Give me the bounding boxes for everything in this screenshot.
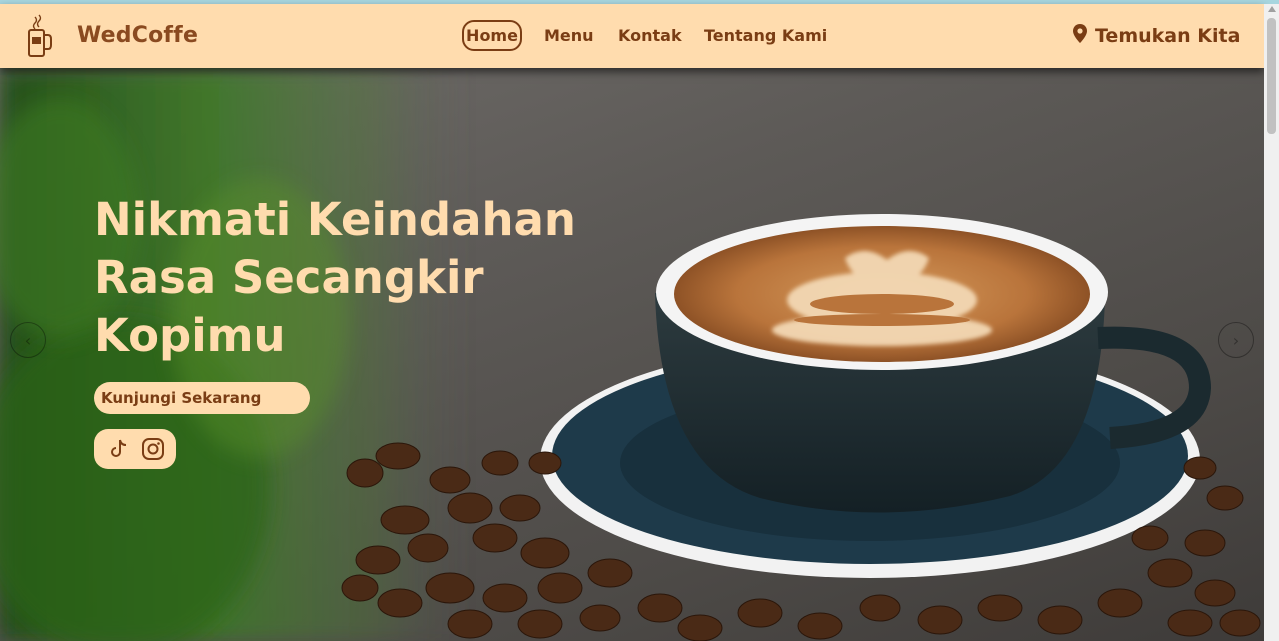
scroll-thumb[interactable] bbox=[1267, 18, 1276, 134]
social-links bbox=[94, 429, 176, 469]
tiktok-icon[interactable] bbox=[105, 436, 131, 462]
nav-about-link[interactable]: Tentang Kami bbox=[704, 26, 827, 45]
nav-home-link[interactable]: Home bbox=[462, 20, 522, 51]
scroll-up-arrow-icon[interactable] bbox=[1267, 6, 1276, 12]
chevron-right-icon: › bbox=[1232, 330, 1240, 350]
brand-name[interactable]: WedCoffe bbox=[77, 23, 198, 48]
instagram-icon[interactable] bbox=[140, 436, 166, 462]
chevron-left-icon: ‹ bbox=[24, 330, 32, 350]
visit-now-button[interactable]: Kunjungi Sekarang bbox=[94, 382, 310, 414]
carousel-prev-button[interactable]: ‹ bbox=[10, 322, 46, 358]
find-us-label: Temukan Kita bbox=[1095, 25, 1241, 47]
hero-title: Nikmati Keindahan Rasa Secangkir Kopimu bbox=[94, 193, 576, 362]
find-us-link[interactable]: Temukan Kita bbox=[1073, 24, 1240, 48]
nav-menu-link[interactable]: Menu bbox=[544, 26, 594, 45]
navbar: WedCoffe Home Menu Kontak Tentang Kami T… bbox=[0, 4, 1264, 68]
hero-section: Nikmati Keindahan Rasa Secangkir Kopimu … bbox=[0, 68, 1264, 641]
carousel-next-button[interactable]: › bbox=[1218, 322, 1254, 358]
coffee-cup-icon[interactable] bbox=[26, 13, 54, 59]
page-scrollbar[interactable] bbox=[1264, 4, 1279, 641]
map-pin-icon bbox=[1073, 24, 1087, 48]
nav-contact-link[interactable]: Kontak bbox=[618, 26, 682, 45]
